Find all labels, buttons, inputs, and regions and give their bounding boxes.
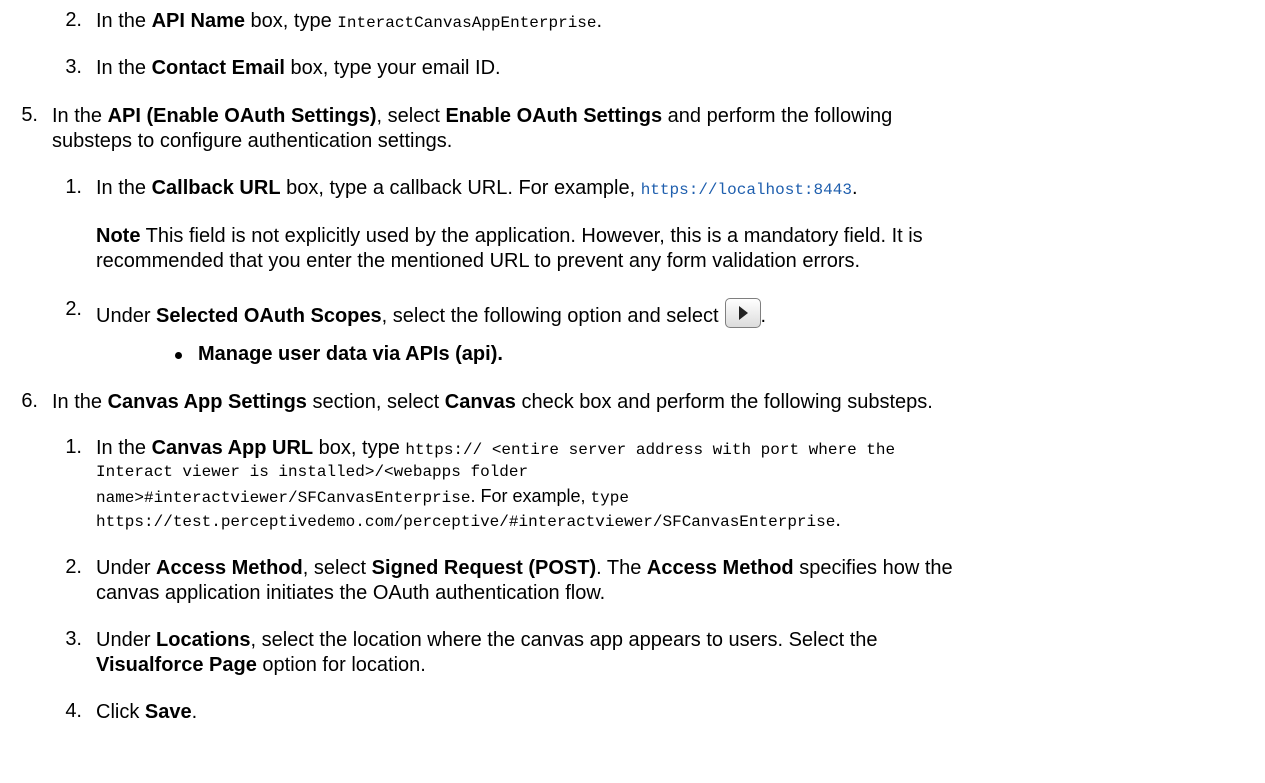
step-access-method: Under Access Method, select Signed Reque… (96, 557, 953, 579)
step-number: 1. (65, 436, 82, 458)
step-number: 1. (65, 176, 82, 198)
step-locations-line2: Visualforce Page option for location. (96, 654, 426, 676)
note-text-line2: recommended that you enter the mentioned… (96, 250, 861, 272)
step-enable-oauth-line2: substeps to configure authentication set… (52, 130, 453, 152)
step-number: 3. (65, 628, 82, 650)
add-arrow-icon (724, 298, 761, 328)
step-number: 2. (65, 298, 82, 320)
step-number: 3. (65, 56, 82, 78)
step-enable-oauth: In the API (Enable OAuth Settings), sele… (52, 105, 893, 127)
step-locations: Under Locations, select the location whe… (96, 629, 878, 651)
callback-url-link[interactable]: https://localhost:8443 (641, 181, 852, 199)
step-canvas-url-line2: Interact viewer is installed>/<webapps f… (96, 463, 529, 481)
step-canvas-url-line3: name>#interactviewer/SFCanvasEnterprise.… (96, 486, 629, 507)
step-number: 2. (65, 9, 82, 31)
step-number: 5. (21, 104, 38, 126)
scope-option: Manage user data via APIs (api). (198, 343, 503, 365)
step-number: 2. (65, 556, 82, 578)
bullet-icon (175, 352, 182, 359)
step-callback-url: In the Callback URL box, type a callback… (96, 177, 858, 199)
step-api-name: In the API Name box, type InteractCanvas… (96, 10, 603, 32)
step-number: 4. (65, 700, 82, 722)
step-oauth-scopes: Under Selected OAuth Scopes, select the … (96, 298, 766, 328)
step-canvas-url: In the Canvas App URL box, type https://… (96, 437, 896, 459)
step-save: Click Save. (96, 701, 198, 723)
note-text: Note This field is not explicitly used b… (96, 225, 923, 247)
step-access-method-line2: canvas application initiates the OAuth a… (96, 582, 606, 604)
step-canvas-url-line4: https://test.perceptivedemo.com/percepti… (96, 509, 841, 531)
step-number: 6. (21, 390, 38, 412)
step-canvas-settings: In the Canvas App Settings section, sele… (52, 391, 933, 413)
step-contact-email: In the Contact Email box, type your emai… (96, 57, 501, 79)
